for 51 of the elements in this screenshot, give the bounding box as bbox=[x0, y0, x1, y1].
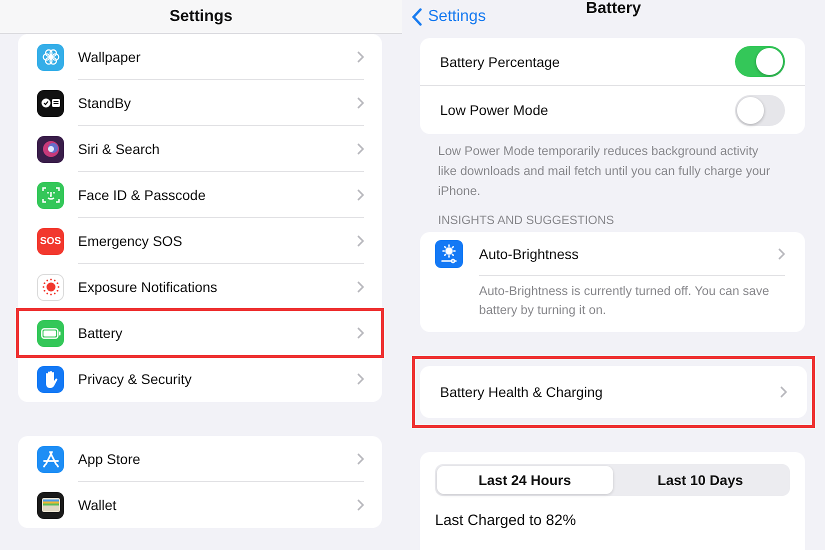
last-charged-text: Last Charged to 82% bbox=[435, 512, 577, 529]
settings-item[interactable]: Face ID & Passcode bbox=[18, 172, 382, 218]
toggle-switch[interactable] bbox=[735, 46, 785, 77]
chevron-icon bbox=[357, 234, 364, 246]
settings-item[interactable]: App Store bbox=[18, 436, 382, 482]
setting-label: Battery Percentage bbox=[440, 54, 561, 70]
chevron-icon bbox=[357, 373, 364, 385]
settings-item[interactable]: Privacy & Security bbox=[18, 356, 382, 402]
item-label: Battery bbox=[78, 324, 124, 340]
settings-item[interactable]: SOS Emergency SOS bbox=[18, 218, 382, 264]
item-label: Wallpaper bbox=[78, 48, 142, 64]
battery-health-row[interactable]: Battery Health & Charging bbox=[420, 366, 807, 418]
icon-label: SOS bbox=[40, 236, 62, 246]
chevron-icon bbox=[357, 499, 364, 511]
screen-title: Battery bbox=[586, 0, 642, 18]
settings-item[interactable]: Wallpaper bbox=[18, 34, 382, 80]
insight-description: Auto-Brightness is currently turned off. You can save battery by turning it on. bbox=[479, 283, 770, 319]
item-label: Emergency SOS bbox=[78, 232, 184, 248]
chevron-icon bbox=[357, 188, 364, 200]
item-label: Battery Health & Charging bbox=[440, 384, 604, 400]
settings-item[interactable]: Battery bbox=[18, 310, 382, 356]
item-label: StandBy bbox=[78, 94, 132, 110]
segment-tab[interactable]: Last 10 Days bbox=[612, 466, 788, 494]
item-label: Wallet bbox=[78, 497, 118, 513]
back-link[interactable]: Settings bbox=[412, 8, 486, 26]
item-label: Face ID & Passcode bbox=[78, 186, 207, 202]
screen-title: Settings bbox=[169, 8, 233, 26]
settings-item[interactable]: Siri & Search bbox=[18, 126, 382, 172]
item-label[interactable]: Auto-Brightness bbox=[479, 246, 778, 262]
back-chevron-icon bbox=[412, 8, 422, 26]
section-header: INSIGHTS AND SUGGESTIONS bbox=[438, 213, 616, 227]
item-label: Privacy & Security bbox=[78, 371, 193, 387]
item-label: Siri & Search bbox=[78, 140, 161, 156]
settings-item[interactable]: Wallet bbox=[18, 482, 382, 528]
brightness-icon bbox=[435, 240, 463, 268]
chevron-icon bbox=[357, 280, 364, 292]
chevron-icon bbox=[357, 50, 364, 62]
settings-item[interactable]: Exposure Notifications bbox=[18, 264, 382, 310]
item-label: App Store bbox=[78, 450, 142, 466]
chevron-icon bbox=[357, 96, 364, 108]
setting-label: Low Power Mode bbox=[440, 102, 550, 118]
chevron-icon bbox=[357, 142, 364, 154]
segment-tab[interactable]: Last 24 Hours bbox=[437, 466, 612, 494]
settings-item[interactable]: StandBy bbox=[18, 80, 382, 126]
footer-text: Low Power Mode temporarily reduces background activity like downloads and mail fetch until you can fully charge your iPhone. bbox=[438, 143, 772, 200]
chevron-icon bbox=[357, 452, 364, 464]
item-label: Exposure Notifications bbox=[78, 278, 218, 294]
toggle-switch[interactable] bbox=[735, 94, 785, 126]
chevron-icon bbox=[778, 248, 785, 260]
chevron-icon bbox=[357, 326, 364, 338]
chevron-icon bbox=[780, 386, 787, 398]
